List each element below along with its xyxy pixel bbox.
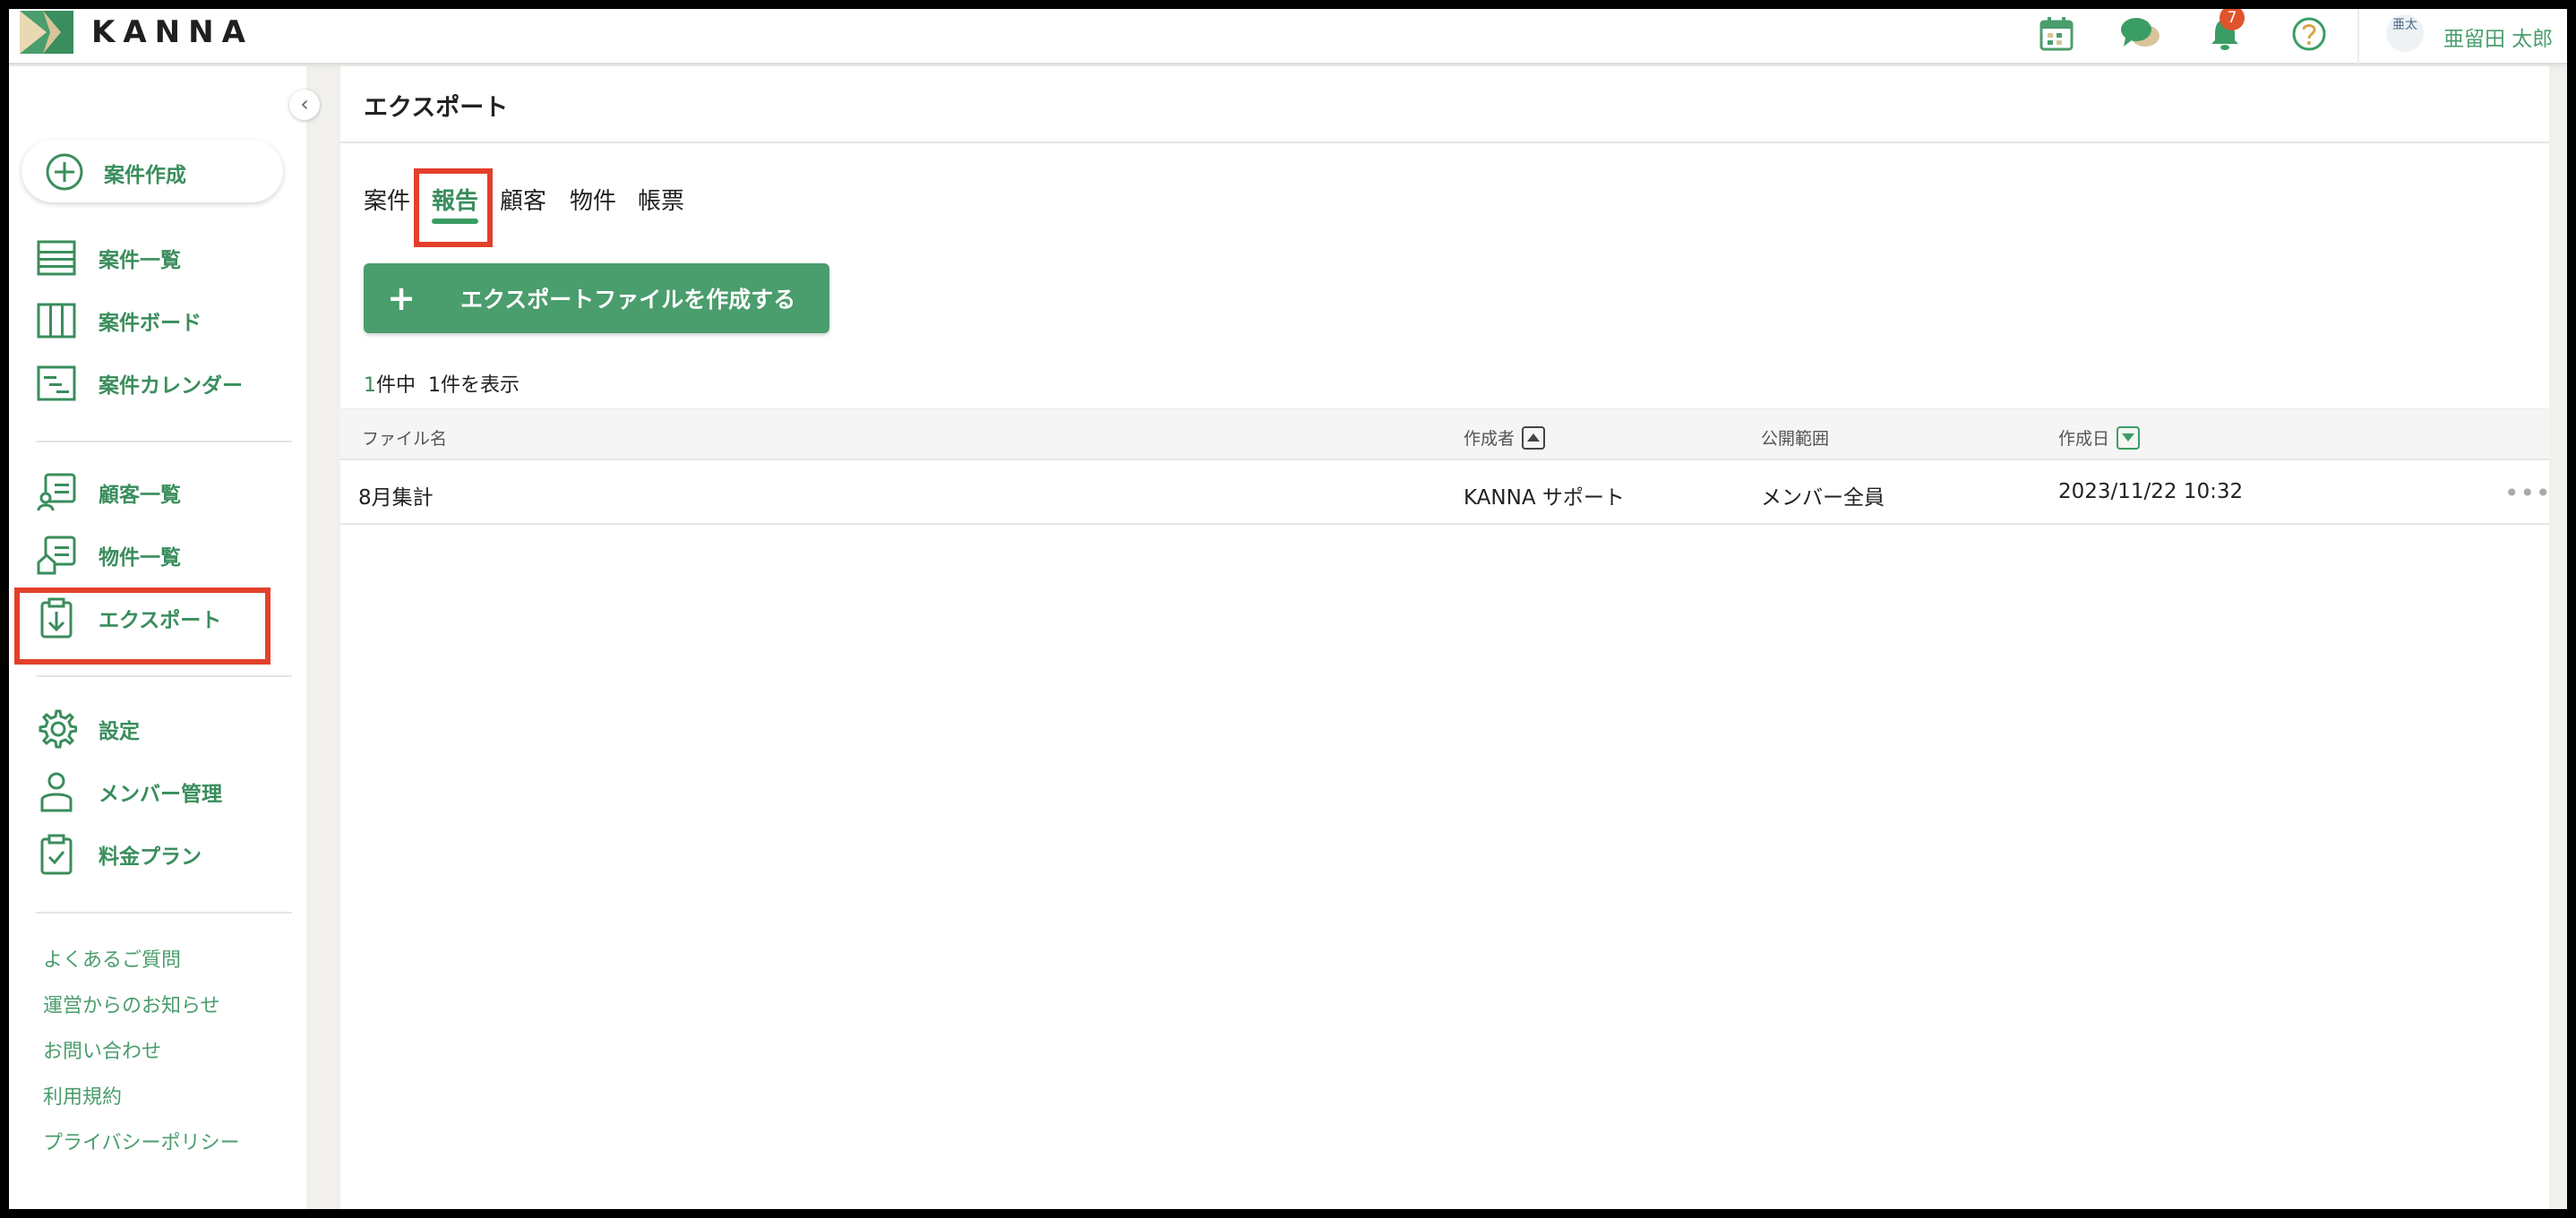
sidebar-item-project-calendar[interactable]: 案件カレンダー xyxy=(34,360,243,407)
help-icon[interactable] xyxy=(2288,13,2331,56)
footer-link-contact[interactable]: お問い合わせ xyxy=(43,1035,161,1064)
page-title: エクスポート xyxy=(364,94,509,122)
column-header-created[interactable]: 作成日 xyxy=(2058,425,2141,450)
top-bar: KANNA 7 亜太 亜留田 太郎 xyxy=(9,9,2567,64)
cell-file-name[interactable]: 8月集計 xyxy=(358,480,434,510)
user-name[interactable]: 亜留田 太郎 xyxy=(2443,21,2553,52)
column-header-file-name[interactable]: ファイル名 xyxy=(362,425,447,450)
cell-author: KANNA サポート xyxy=(1464,486,1625,510)
result-count: 1件中 1件を表示 xyxy=(364,369,519,398)
sort-descending-icon[interactable] xyxy=(2117,425,2141,450)
brand-name: KANNA xyxy=(91,14,253,50)
title-divider xyxy=(340,142,2549,143)
gear-icon xyxy=(34,707,79,751)
column-header-author[interactable]: 作成者 xyxy=(1464,425,1546,450)
column-header-label: 作成日 xyxy=(2058,429,2110,449)
property-icon xyxy=(34,533,79,578)
chat-icon[interactable] xyxy=(2119,13,2162,56)
result-count-total: 1 xyxy=(364,374,376,397)
sort-ascending-icon[interactable] xyxy=(1522,425,1546,450)
footer-link-faq[interactable]: よくあるご質問 xyxy=(43,944,181,973)
column-header-label: 公開範囲 xyxy=(1761,429,1830,449)
table-header: ファイル名 作成者 公開範囲 作成日 xyxy=(340,408,2549,460)
column-header-label: ファイル名 xyxy=(362,429,448,449)
list-icon xyxy=(34,236,79,280)
sidebar-item-project-board[interactable]: 案件ボード xyxy=(34,297,202,344)
collapse-sidebar-button[interactable]: ‹ xyxy=(289,90,320,120)
sidebar-divider xyxy=(36,675,292,677)
tab-highlight-box xyxy=(414,168,493,247)
more-options-icon[interactable]: ••• xyxy=(2504,478,2552,508)
create-export-file-button[interactable]: + エクスポートファイルを作成する xyxy=(364,263,829,333)
tab-customers[interactable]: 顧客 xyxy=(500,183,546,216)
plan-icon xyxy=(34,832,79,877)
sidebar-divider xyxy=(36,912,292,914)
sidebar-item-customers[interactable]: 顧客一覧 xyxy=(34,469,181,516)
main-panel: エクスポート 案件 報告 顧客 物件 帳票 + エクスポートファイルを作成する … xyxy=(340,66,2552,1209)
sidebar-item-label: 設定 xyxy=(99,720,140,743)
create-project-button[interactable]: 案件作成 xyxy=(21,140,283,202)
result-count-shown: 1件を表示 xyxy=(428,374,520,397)
plus-icon: + xyxy=(387,279,416,318)
column-header-label: 作成者 xyxy=(1464,429,1516,449)
sidebar-item-label: 顧客一覧 xyxy=(99,484,181,507)
sidebar-item-label: 案件一覧 xyxy=(99,249,181,272)
avatar[interactable]: 亜太 xyxy=(2386,14,2424,52)
result-count-suffix: 件中 xyxy=(376,374,416,397)
sidebar-item-settings[interactable]: 設定 xyxy=(34,706,140,752)
calendar-list-icon xyxy=(34,361,79,406)
customer-icon xyxy=(34,470,79,515)
footer-link-news[interactable]: 運営からのお知らせ xyxy=(43,990,220,1018)
sidebar-item-members[interactable]: メンバー管理 xyxy=(34,768,222,815)
footer-link-terms[interactable]: 利用規約 xyxy=(43,1081,122,1110)
create-export-file-label: エクスポートファイルを作成する xyxy=(460,287,796,313)
sidebar-item-label: メンバー管理 xyxy=(99,783,222,806)
tab-forms[interactable]: 帳票 xyxy=(638,183,684,216)
plus-circle-icon xyxy=(45,152,84,195)
topbar-divider xyxy=(2357,9,2359,64)
tab-properties[interactable]: 物件 xyxy=(570,183,616,216)
app-window: KANNA 7 亜太 亜留田 太郎 案件作成 案件一覧 案件ボード 案件カレンダ… xyxy=(9,9,2567,1209)
export-highlight-box xyxy=(14,588,270,665)
sidebar-item-label: 物件一覧 xyxy=(99,546,181,570)
cell-created: 2023/11/22 10:32 xyxy=(2058,480,2244,503)
cell-scope: メンバー全員 xyxy=(1761,486,1885,510)
tab-projects[interactable]: 案件 xyxy=(364,183,410,216)
footer-link-privacy[interactable]: プライバシーポリシー xyxy=(43,1127,240,1155)
sidebar-item-project-list[interactable]: 案件一覧 xyxy=(34,235,181,281)
sidebar-item-pricing[interactable]: 料金プラン xyxy=(34,831,202,878)
table-row[interactable]: 8月集計 KANNA サポート メンバー全員 2023/11/22 10:32 … xyxy=(340,460,2552,525)
board-icon xyxy=(34,298,79,343)
sidebar-item-label: 案件ボード xyxy=(99,312,202,335)
column-header-scope[interactable]: 公開範囲 xyxy=(1761,425,1829,450)
calendar-icon[interactable] xyxy=(2035,13,2078,56)
create-project-label: 案件作成 xyxy=(104,164,186,187)
sidebar-item-label: 料金プラン xyxy=(99,845,202,869)
sidebar-item-properties[interactable]: 物件一覧 xyxy=(34,532,181,579)
sidebar-item-label: 案件カレンダー xyxy=(99,374,243,398)
sidebar-divider xyxy=(36,441,292,442)
sidebar: 案件作成 案件一覧 案件ボード 案件カレンダー 顧客一覧 物件一覧 エクスポート… xyxy=(9,66,306,1209)
kanna-logo[interactable] xyxy=(20,11,73,54)
member-icon xyxy=(34,769,79,814)
